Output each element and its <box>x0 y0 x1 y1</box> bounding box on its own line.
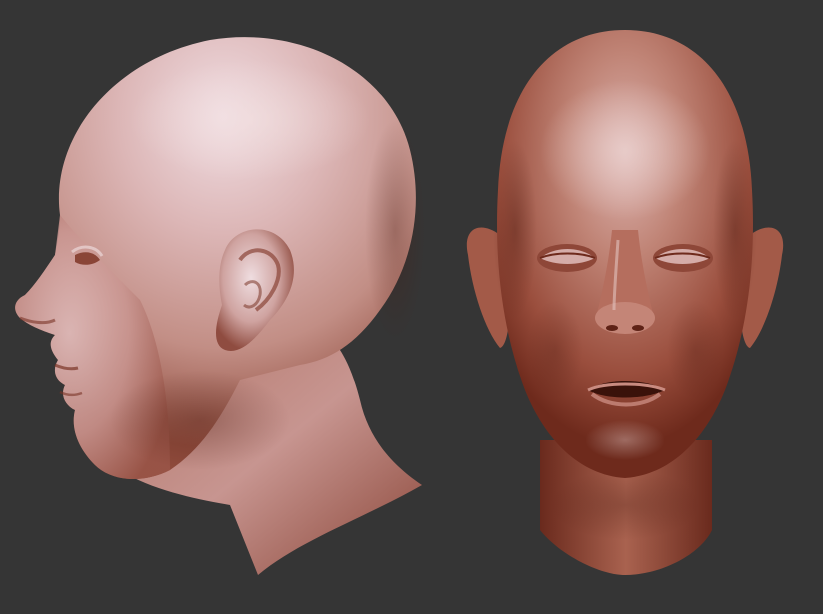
front-eye-right <box>653 244 713 272</box>
sculpt-render <box>15 30 784 575</box>
front-head <box>466 30 784 575</box>
render-viewport <box>0 0 823 614</box>
profile-head <box>15 37 425 575</box>
front-eye-left <box>537 244 597 272</box>
